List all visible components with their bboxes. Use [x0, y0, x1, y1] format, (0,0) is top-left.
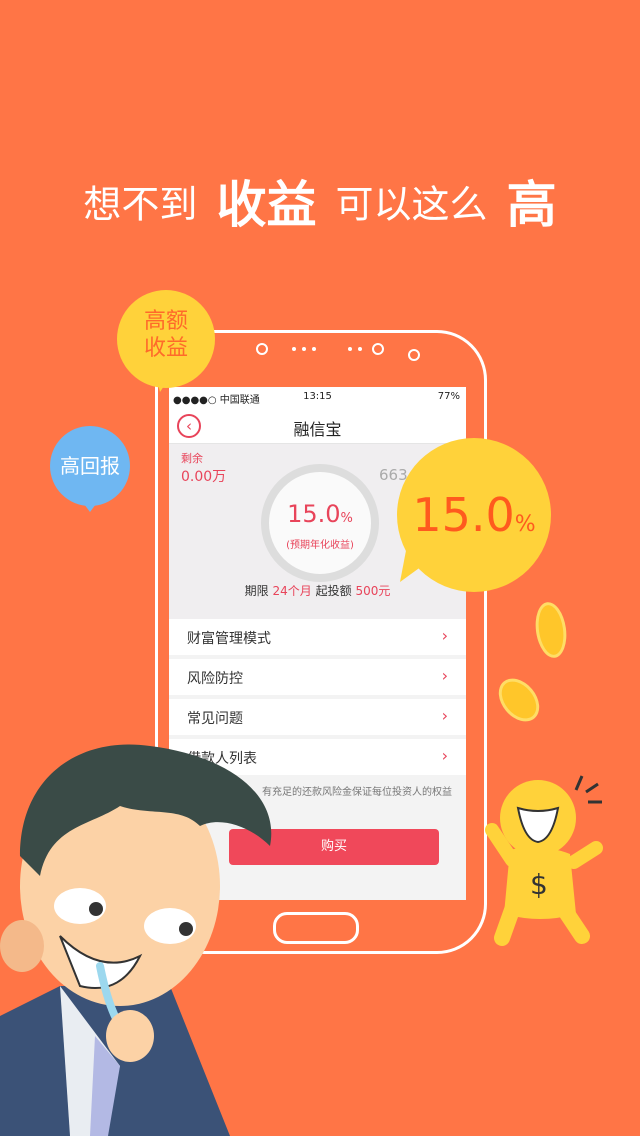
menu-item-wealth-mode[interactable]: 财富管理模式 ›: [169, 619, 466, 655]
high-return-bubble: 高回报: [50, 426, 130, 506]
headline-part1: 想不到: [83, 182, 198, 227]
terms-line: 期限 24个月 起投额 500元: [244, 584, 391, 598]
rate-highlight-bubble: 15.0%: [397, 438, 551, 592]
rate-value: 15.0%: [287, 500, 353, 528]
menu-item-risk-control[interactable]: 风险防控 ›: [169, 659, 466, 695]
headline-part4: 高: [506, 176, 557, 234]
bubble-tail-icon: [78, 496, 102, 512]
coin-icon: [532, 600, 570, 660]
chevron-right-icon: ›: [441, 706, 448, 725]
menu-item-label: 财富管理模式: [187, 631, 271, 647]
menu-item-label: 风险防控: [187, 671, 243, 687]
menu-item-faq[interactable]: 常见问题 ›: [169, 699, 466, 735]
chevron-right-icon: ›: [441, 746, 448, 765]
svg-text:$: $: [530, 868, 548, 901]
nav-title: 融信宝: [293, 420, 342, 439]
battery-text: 77%: [437, 391, 460, 402]
bubble-tail-icon: [154, 368, 176, 392]
coin-icon: [490, 670, 548, 730]
headline-part2: 收益: [216, 176, 317, 234]
rate-label: (预期年化收益): [286, 540, 354, 551]
money-mascot-icon: $: [485, 775, 603, 946]
nav-bar: ‹ 融信宝: [169, 409, 466, 444]
drooling-man-illustration: [0, 744, 272, 1136]
headline: 想不到 收益 可以这么 高: [0, 165, 640, 237]
menu-item-label: 常见问题: [187, 711, 243, 727]
chevron-right-icon: ›: [441, 626, 448, 645]
status-bar: ●●●●○ 中国联通 13:15 77%: [169, 387, 466, 409]
status-time: 13:15: [303, 391, 332, 402]
rate-ring: 15.0% (预期年化收益): [261, 464, 379, 582]
headline-part3: 可以这么: [335, 182, 488, 227]
phone-sensors-icon: [256, 343, 420, 361]
remain-label: 剩余: [181, 452, 203, 465]
chevron-right-icon: ›: [441, 666, 448, 685]
remain-value: 0.00万: [181, 469, 227, 485]
